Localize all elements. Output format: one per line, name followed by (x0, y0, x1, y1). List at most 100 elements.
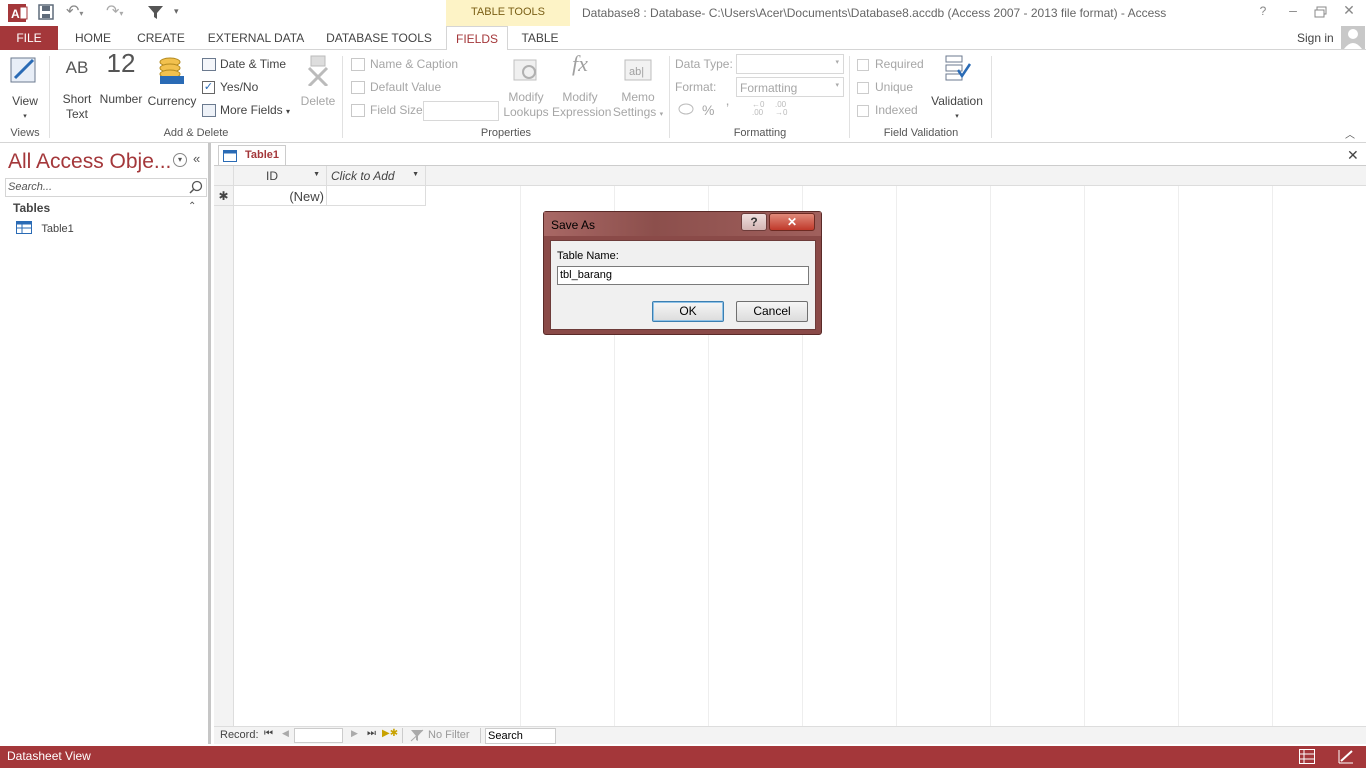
design-view-icon[interactable] (1338, 749, 1354, 767)
tab-external-data[interactable]: EXTERNAL DATA (202, 26, 310, 50)
short-text-button[interactable]: AB Short Text (58, 59, 96, 122)
column-header-click-to-add[interactable]: Click to Add ▼ (327, 166, 426, 186)
new-record-icon[interactable]: ▶✱ (382, 728, 398, 739)
more-fields-button[interactable]: More Fields ▾ (202, 101, 290, 119)
data-type-select[interactable]: ▾ (736, 54, 844, 74)
new-record-selector[interactable]: ✱ (214, 186, 234, 206)
tab-table[interactable]: TABLE (510, 26, 570, 50)
validation-button[interactable]: Validation ▾ (928, 54, 986, 124)
nav-menu-chevron-icon[interactable]: ▾ (173, 153, 187, 167)
user-avatar-icon[interactable] (1341, 26, 1365, 49)
title-bar: A ↶▾ ↷▾ ▾ TABLE TOOLS Database8 : Databa… (0, 0, 1366, 26)
ok-button[interactable]: OK (652, 301, 724, 322)
select-all-corner[interactable] (214, 166, 234, 186)
table-name-input[interactable]: tbl_barang (557, 266, 809, 285)
next-record-icon[interactable]: ▶ (351, 728, 358, 739)
group-divider (849, 56, 850, 138)
nav-search-input[interactable]: Search... (5, 178, 207, 197)
collapse-ribbon-icon[interactable]: ︿ (1345, 126, 1355, 141)
column-header-id[interactable]: ID ▼ (234, 166, 327, 186)
customize-qat-icon[interactable]: ▾ (174, 6, 179, 17)
minimize-button[interactable]: – (1285, 2, 1301, 22)
field-size-input[interactable] (423, 101, 499, 121)
new-record-add-cell[interactable] (327, 186, 426, 206)
search-icon[interactable] (189, 180, 203, 197)
default-value-button[interactable]: Default Value (351, 78, 441, 96)
restore-button[interactable] (1314, 6, 1328, 18)
default-value-icon (351, 81, 365, 95)
undo-icon[interactable]: ↶▾ (66, 4, 96, 20)
access-app-icon[interactable]: A (8, 3, 28, 23)
table-icon (16, 221, 32, 237)
currency-button[interactable]: Currency (147, 54, 197, 109)
currency-format-icon[interactable] (678, 102, 696, 116)
first-record-icon[interactable]: ⏮ (264, 728, 273, 739)
close-document-button[interactable]: ✕ (1347, 147, 1359, 164)
view-icon (6, 54, 44, 88)
chevron-down-icon[interactable]: ▼ (313, 171, 320, 178)
comma-format-button[interactable]: ’ (726, 100, 729, 116)
group-add-delete-label: Add & Delete (163, 127, 229, 139)
last-record-icon[interactable]: ⏭ (367, 728, 376, 739)
delete-button[interactable]: Delete (298, 54, 338, 109)
tab-fields[interactable]: FIELDS (446, 26, 508, 51)
ribbon-tabs: FILE HOME CREATE EXTERNAL DATA DATABASE … (0, 26, 1366, 51)
tab-database-tools[interactable]: DATABASE TOOLS (322, 26, 436, 50)
group-properties-label: Properties (480, 127, 532, 139)
number-button[interactable]: 12 Number (98, 50, 144, 107)
collapse-nav-icon[interactable]: « (193, 151, 200, 166)
record-navigation-bar: Record: ⏮ ◀ ▶ ⏭ ▶✱ No Filter Search (214, 726, 1366, 744)
tab-home[interactable]: HOME (66, 26, 120, 50)
datasheet-view-icon[interactable] (1299, 749, 1315, 767)
table-icon (223, 150, 237, 165)
percent-format-button[interactable]: % (702, 102, 714, 118)
chevron-down-icon: ▾ (835, 59, 839, 66)
decrease-decimals-icon[interactable]: .00 →0 (775, 101, 793, 117)
tab-create[interactable]: CREATE (132, 26, 190, 50)
nav-divider (480, 728, 481, 743)
modify-expression-button[interactable]: fx Modify Expression (552, 53, 611, 120)
modify-lookups-button[interactable]: Modify Lookups (503, 56, 549, 120)
previous-record-icon[interactable]: ◀ (282, 728, 289, 739)
help-button[interactable]: ? (1256, 4, 1270, 18)
nav-section-tables[interactable]: Tables (13, 201, 50, 215)
checkbox-checked-icon: ✓ (202, 81, 215, 95)
grid-line (520, 186, 521, 726)
yes-no-button[interactable]: ✓ Yes/No (202, 78, 258, 96)
dialog-help-button[interactable]: ? (741, 213, 767, 231)
record-label: Record: (220, 729, 259, 741)
record-position-input[interactable] (294, 728, 343, 743)
no-filter-icon (410, 729, 424, 745)
memo-settings-button[interactable]: ab| Memo Settings ▾ (611, 56, 665, 122)
filter-icon[interactable] (147, 4, 165, 20)
save-icon[interactable] (38, 4, 54, 20)
svg-text:A: A (11, 7, 20, 21)
chevron-down-icon[interactable]: ▼ (412, 171, 419, 178)
view-button[interactable]: View ▾ (6, 54, 44, 124)
group-divider (49, 56, 50, 138)
sign-in-link[interactable]: Sign in (1297, 31, 1334, 45)
collapse-section-icon[interactable]: ⌃ (188, 201, 196, 212)
indexed-checkbox[interactable]: Indexed (857, 101, 918, 119)
name-caption-button[interactable]: Name & Caption (351, 55, 458, 73)
format-select[interactable]: Formatting ▾ (736, 77, 844, 97)
new-record-id-cell[interactable]: (New) (234, 186, 327, 206)
dialog-close-button[interactable]: ✕ (769, 213, 815, 231)
nav-pane-title[interactable]: All Access Obje... (8, 150, 171, 174)
document-tab-table1[interactable]: Table1 (218, 145, 286, 166)
chevron-down-icon: ▾ (835, 82, 839, 89)
unique-checkbox[interactable]: Unique (857, 78, 913, 96)
close-window-button[interactable]: ✕ (1341, 2, 1357, 22)
redo-icon[interactable]: ↷▾ (106, 4, 136, 20)
increase-decimals-icon[interactable]: ←0.00 (752, 101, 770, 117)
cancel-button[interactable]: Cancel (736, 301, 808, 322)
no-filter-button[interactable]: No Filter (428, 729, 470, 741)
record-search-input[interactable]: Search (485, 728, 556, 744)
tab-file[interactable]: FILE (0, 26, 58, 50)
nav-item-table1[interactable]: Table1 (16, 221, 74, 237)
required-checkbox[interactable]: Required (857, 55, 924, 73)
date-time-button[interactable]: Date & Time (202, 55, 286, 73)
calendar-icon (202, 58, 216, 72)
chevron-down-icon: ▾ (955, 113, 959, 120)
grid-line (1272, 186, 1273, 726)
